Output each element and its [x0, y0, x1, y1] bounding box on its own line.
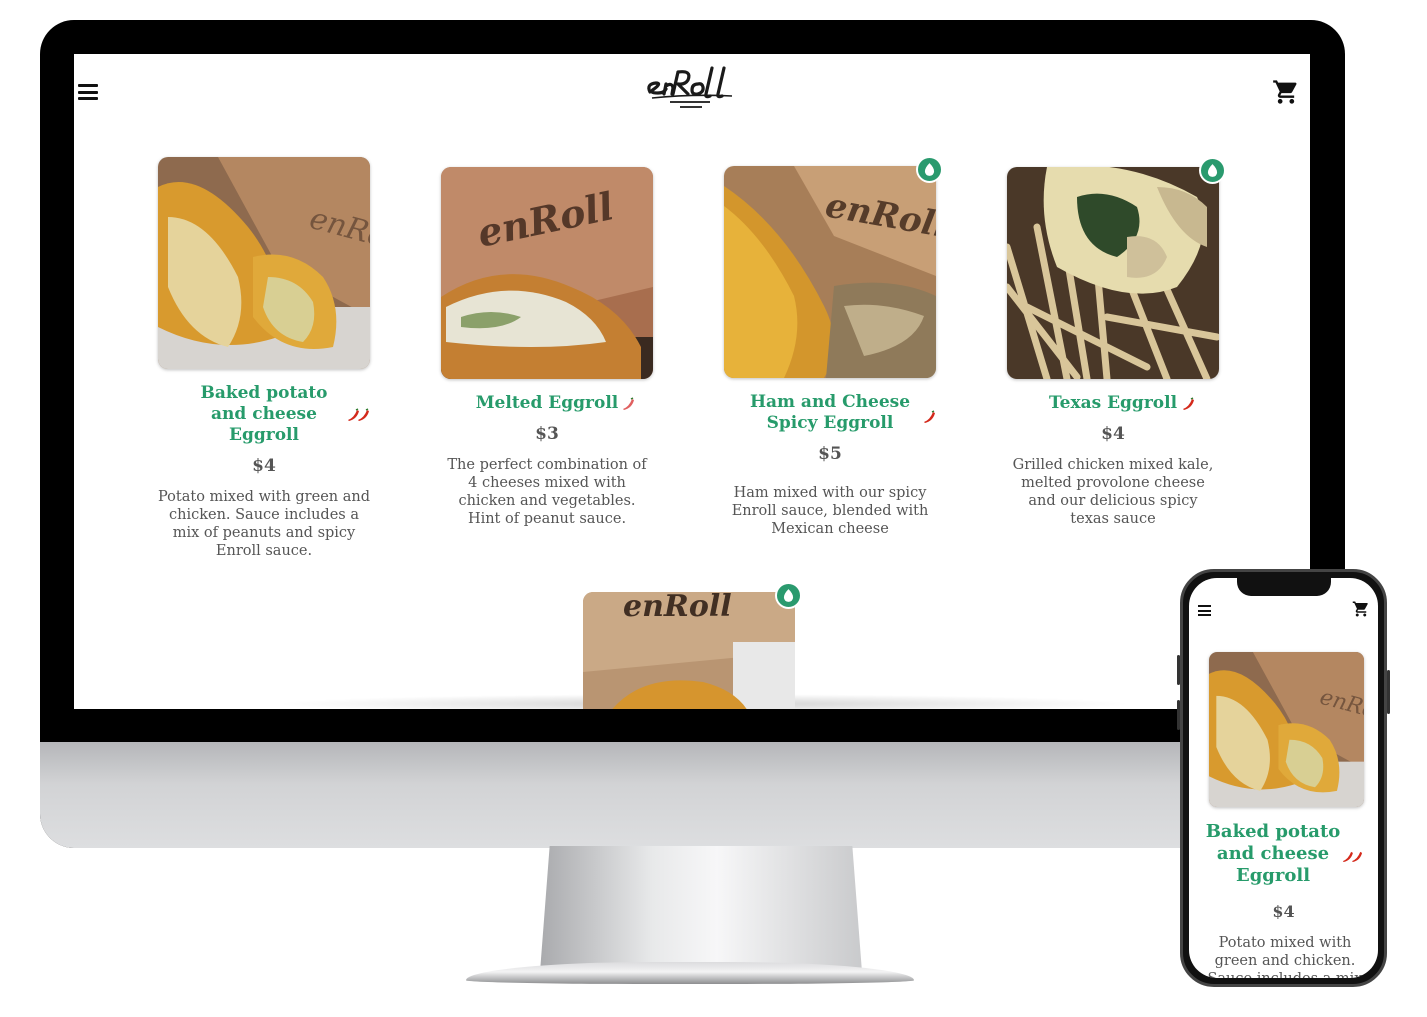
- hamburger-menu-icon[interactable]: [78, 84, 98, 100]
- shopping-cart-icon[interactable]: [1272, 78, 1300, 106]
- product-description: Potato mixed with green and chicken. Sau…: [158, 489, 370, 559]
- flame-badge-icon: [916, 156, 943, 183]
- flame-badge-icon: [775, 582, 802, 609]
- product-title[interactable]: Baked potato and cheese Eggroll: [1203, 821, 1343, 887]
- product-description: The perfect combination of 4 cheeses mix…: [447, 457, 647, 527]
- desktop-monitor: enRoll Baked potato and cheese Eggroll $…: [40, 20, 1345, 848]
- product-image[interactable]: enRoll: [724, 166, 936, 378]
- enroll-logo[interactable]: [642, 62, 746, 112]
- product-image[interactable]: enRoll: [583, 592, 795, 709]
- product-title[interactable]: Melted Eggroll: [463, 393, 631, 414]
- product-image[interactable]: enRoll: [158, 157, 370, 369]
- product-card[interactable]: enRoll Baked potato and cheese Eggroll $…: [158, 157, 370, 560]
- chili-icon: [924, 410, 935, 424]
- product-title[interactable]: Texas Eggroll: [1029, 393, 1197, 414]
- svg-text:enRoll: enRoll: [623, 592, 732, 624]
- product-price: $5: [818, 444, 842, 464]
- double-chili-icon: [348, 407, 369, 421]
- phone-side-button: [1387, 670, 1390, 714]
- chili-icon: [1183, 396, 1194, 410]
- product-description: Ham mixed with our spicy Enroll sauce, b…: [731, 485, 929, 537]
- monitor-base: [466, 962, 914, 984]
- phone-notch: [1237, 578, 1331, 596]
- product-price: $4: [1101, 424, 1125, 444]
- shopping-cart-icon[interactable]: [1352, 600, 1370, 618]
- monitor-chin: [40, 742, 1345, 848]
- double-chili-icon: [1342, 851, 1363, 862]
- product-image[interactable]: enRoll: [441, 167, 653, 379]
- product-price: $4: [1272, 902, 1295, 921]
- product-image[interactable]: [1007, 167, 1219, 379]
- product-card[interactable]: Texas Eggroll $4 Grilled chicken mixed k…: [1007, 167, 1219, 528]
- flame-badge-icon: [1199, 157, 1226, 184]
- product-description: Grilled chicken mixed kale, melted provo…: [1012, 457, 1214, 527]
- product-price: $3: [535, 424, 559, 444]
- desktop-screen: enRoll Baked potato and cheese Eggroll $…: [74, 54, 1310, 709]
- monitor-stand: [540, 846, 862, 972]
- product-title[interactable]: Baked potato and cheese Eggroll: [180, 383, 348, 446]
- product-image[interactable]: enRoll: [1209, 652, 1364, 807]
- product-price: $4: [252, 456, 276, 476]
- mobile-screen: enRoll Baked potato and cheese Eggroll $…: [1189, 578, 1378, 978]
- product-title[interactable]: Ham and Cheese Spicy Eggroll: [746, 392, 914, 434]
- product-card[interactable]: enRoll Melted Eggroll $3 The perfect com…: [441, 167, 653, 528]
- product-description: Potato mixed with green and chicken. Sau…: [1207, 935, 1362, 978]
- hamburger-menu-icon[interactable]: [1198, 605, 1211, 616]
- mild-chili-icon: [623, 396, 634, 410]
- mobile-phone: enRoll Baked potato and cheese Eggroll $…: [1180, 569, 1387, 987]
- product-card[interactable]: enRoll Ham and Cheese Spicy Eggroll $5 H…: [724, 166, 936, 538]
